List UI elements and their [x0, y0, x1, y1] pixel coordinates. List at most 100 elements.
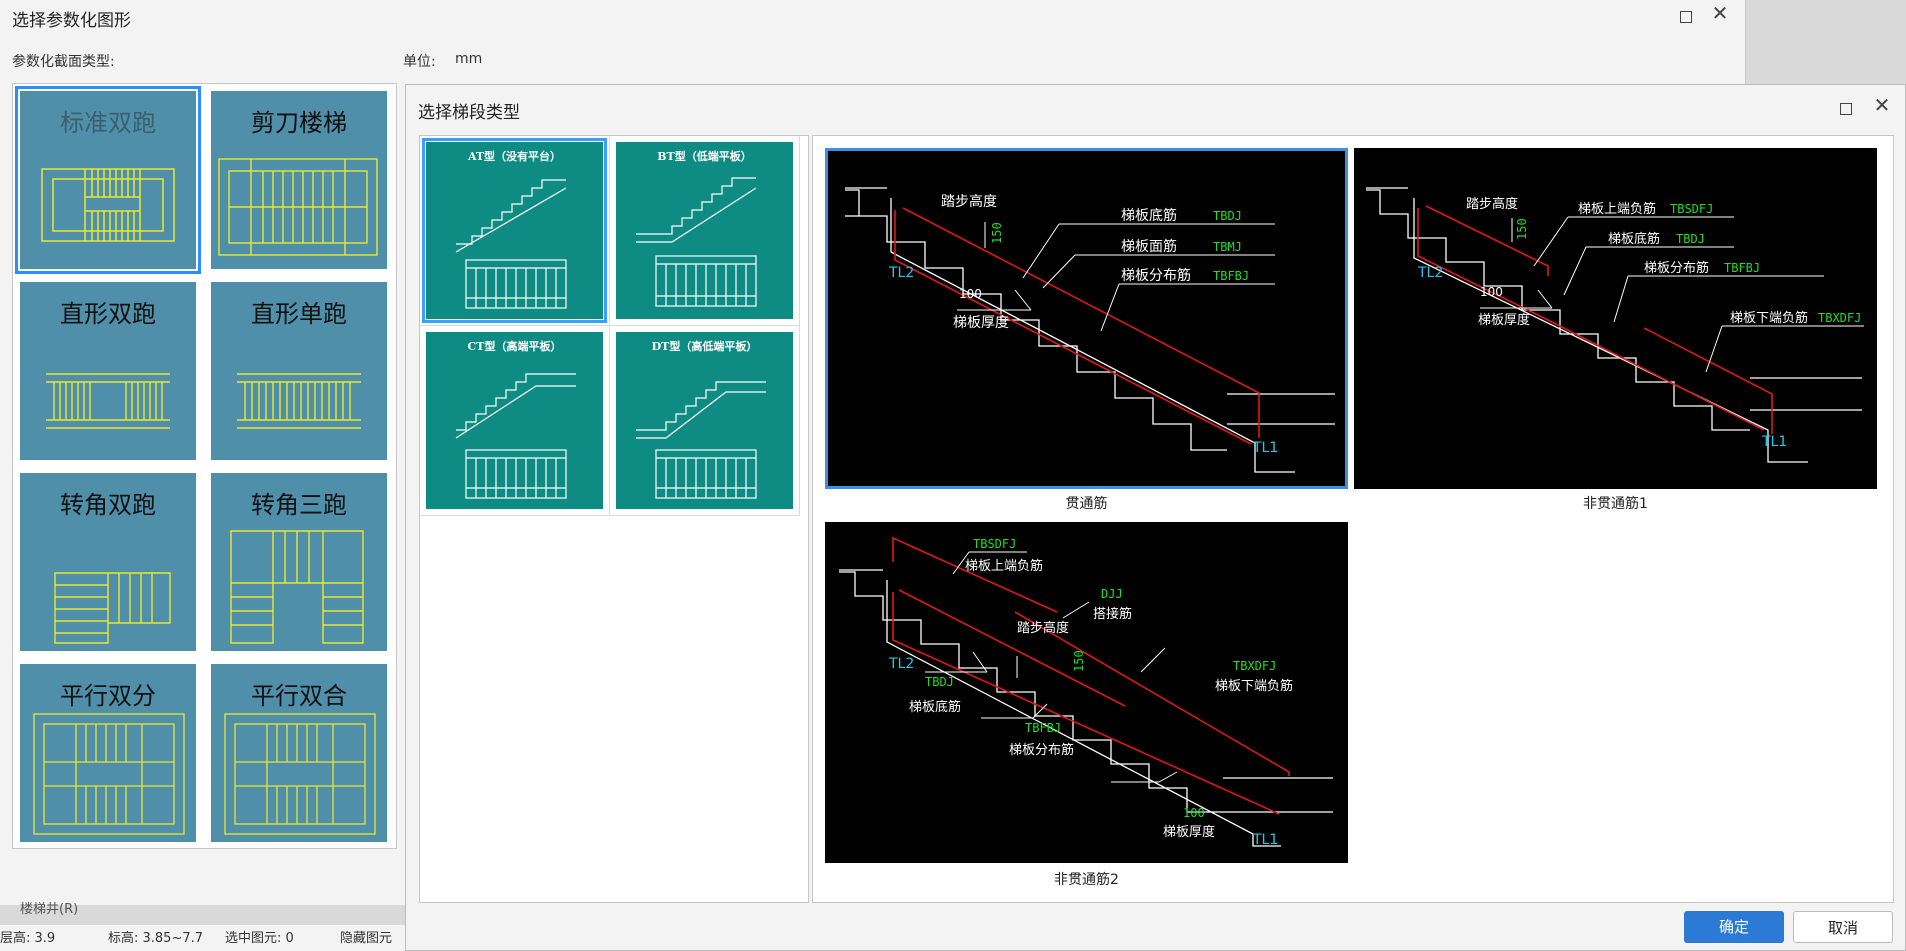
code-lap-bar: DJJ [1101, 587, 1123, 601]
preview-noncontinuous-rebar-2[interactable]: TBSDFJ 梯板上端负筋 DJJ 搭接筋 踏步高度 150 TBXDFJ 梯板… [825, 522, 1348, 894]
hidden-elements: 隐藏图元 [340, 931, 393, 946]
parallel-merge-stair-icon [224, 713, 376, 835]
scissor-stair-icon [218, 158, 378, 256]
stairwell-tab[interactable]: 楼梯井(R) [20, 898, 78, 917]
elevation-range: 标高: 3.85~7.7 [108, 931, 204, 946]
code-bottom-bar: TBDJ [1676, 232, 1705, 246]
code-top-bar: TBMJ [1213, 240, 1242, 254]
shape-tile-standard-double[interactable]: 标准双跑 [15, 86, 201, 274]
unit-label: 单位: [403, 54, 436, 70]
close-icon: ✕ [1873, 93, 1891, 117]
code-upper-neg: TBSDFJ [973, 537, 1016, 551]
label-lower-neg: 梯板下端负筋 [1215, 678, 1293, 694]
label-tl2: TL2 [1417, 265, 1443, 281]
label-tl1: TL1 [1252, 832, 1278, 848]
label-thickness: 梯板厚度 [1163, 824, 1215, 840]
label-tl1: TL1 [1761, 434, 1787, 450]
shape-tile-corner-double[interactable]: 转角双跑 [20, 473, 196, 651]
at-stair-icon [455, 179, 567, 309]
straight-double-stair-icon [46, 373, 170, 429]
unit-value: mm [455, 51, 483, 67]
segment-type-at[interactable]: AT型（没有平台） [420, 136, 610, 326]
noncontinuous-rebar-2-diagram: TBSDFJ 梯板上端负筋 DJJ 搭接筋 踏步高度 150 TBXDFJ 梯板… [839, 536, 1333, 848]
label-dim-150: 150 [1072, 650, 1086, 672]
code-bottom-bar: TBDJ [925, 675, 954, 689]
label-tread-height: 踏步高度 [1017, 620, 1069, 636]
label-tl2: TL2 [888, 265, 914, 281]
label-tread-height: 踏步高度 [1466, 196, 1518, 212]
dialog-title: 选择参数化图形 [12, 11, 131, 31]
corner-triple-stair-icon [230, 530, 364, 644]
label-upper-neg: 梯板上端负筋 [1578, 201, 1656, 217]
close-icon: ✕ [1711, 1, 1729, 25]
floor-height: 层高: 3.9 [0, 931, 56, 946]
segment-type-list: AT型（没有平台） BT型（低端平板） CT型（高端平板） DT型（高低端平板） [419, 135, 809, 903]
label-bottom-bar: 梯板底筋 [1121, 207, 1177, 224]
code-dist-bar: TBFBJ [1724, 261, 1760, 275]
dt-stair-icon [636, 381, 766, 499]
code-upper-neg: TBSDFJ [1670, 202, 1713, 216]
preview-image: TBSDFJ 梯板上端负筋 DJJ 搭接筋 踏步高度 150 TBXDFJ 梯板… [825, 522, 1348, 863]
cancel-button[interactable]: 取消 [1793, 911, 1893, 943]
maximize-button[interactable] [1832, 95, 1860, 123]
code-lower-neg: TBXDFJ [1818, 311, 1861, 325]
straight-single-stair-icon [237, 373, 361, 429]
label-top-bar: 梯板面筋 [1121, 238, 1177, 255]
dialog-title: 选择梯段类型 [418, 103, 520, 123]
label-dist-bar: 梯板分布筋 [1644, 260, 1709, 276]
section-type-label: 参数化截面类型: [12, 54, 115, 70]
shape-tile-corner-triple[interactable]: 转角三跑 [211, 473, 387, 651]
label-thick-value: 100 [1480, 285, 1503, 299]
rebar-preview-panel: 踏步高度 150 梯板底筋 TBDJ 梯板面筋 TBMJ 梯板分布筋 TBFBJ… [812, 135, 1894, 903]
segment-type-ct[interactable]: CT型（高端平板） [420, 326, 610, 516]
code-dist-bar: TBFBJ [1213, 269, 1249, 283]
segment-thumb: AT型（没有平台） [422, 138, 607, 323]
label-tl1: TL1 [1252, 440, 1278, 456]
shape-tile-straight-single[interactable]: 直形单跑 [211, 282, 387, 460]
ct-stair-icon [455, 373, 576, 499]
segment-type-bt[interactable]: BT型（低端平板） [610, 136, 800, 326]
shape-tile-straight-double[interactable]: 直形双跑 [20, 282, 196, 460]
label-dist-bar: 梯板分布筋 [1009, 742, 1074, 758]
label-bottom-bar: 梯板底筋 [909, 699, 961, 715]
label-thickness: 梯板厚度 [1478, 312, 1530, 328]
shape-grid: 标准双跑 剪刀楼梯 直形双跑 直形单跑 转角双跑 转角三跑 平行双分 平行双合 [12, 83, 397, 849]
segment-type-dt[interactable]: DT型（高低端平板） [610, 326, 800, 516]
parallel-split-stair-icon [33, 713, 185, 835]
segment-thumb: CT型（高端平板） [426, 332, 603, 509]
code-lower-neg: TBXDFJ [1233, 659, 1276, 673]
standard-double-stair-icon [41, 168, 175, 242]
preview-image: 踏步高度 150 梯板底筋 TBDJ 梯板面筋 TBMJ 梯板分布筋 TBFBJ… [825, 148, 1348, 489]
preview-caption: 非贯通筋1 [1583, 496, 1648, 512]
shape-tile-parallel-merge[interactable]: 平行双合 [211, 664, 387, 842]
label-bottom-bar: 梯板底筋 [1608, 231, 1660, 247]
label-dim-150: 150 [1515, 218, 1529, 240]
preview-caption: 贯通筋 [1065, 496, 1108, 512]
label-dim-150: 150 [990, 222, 1004, 244]
preview-caption: 非贯通筋2 [1054, 872, 1119, 888]
shape-tile-scissor[interactable]: 剪刀楼梯 [211, 91, 387, 269]
close-button[interactable]: ✕ [1868, 95, 1896, 123]
maximize-icon [1680, 11, 1692, 23]
preview-image: 踏步高度 150 梯板上端负筋 TBSDFJ 梯板底筋 TBDJ 梯板分布筋 T… [1354, 148, 1877, 489]
label-tl2: TL2 [888, 656, 914, 672]
close-button[interactable]: ✕ [1706, 3, 1734, 31]
preview-continuous-rebar[interactable]: 踏步高度 150 梯板底筋 TBDJ 梯板面筋 TBMJ 梯板分布筋 TBFBJ… [825, 148, 1348, 512]
bt-stair-icon [636, 177, 757, 307]
noncontinuous-rebar-1-diagram: 踏步高度 150 梯板上端负筋 TBSDFJ 梯板底筋 TBDJ 梯板分布筋 T… [1366, 187, 1864, 463]
label-upper-neg: 梯板上端负筋 [965, 558, 1043, 574]
selected-count: 选中图元: 0 [225, 931, 294, 946]
continuous-rebar-diagram: 踏步高度 150 梯板底筋 TBDJ 梯板面筋 TBMJ 梯板分布筋 TBFBJ… [845, 187, 1335, 473]
label-thickness: 梯板厚度 [953, 315, 1009, 331]
label-thick-value: 100 [959, 287, 982, 301]
label-thick-value: 100 [1183, 806, 1205, 820]
status-bar: 层高: 3.9 标高: 3.85~7.7 选中图元: 0 隐藏图元 [0, 925, 405, 951]
label-tread-height: 踏步高度 [941, 193, 997, 210]
segment-thumb: BT型（低端平板） [616, 142, 793, 319]
ok-button[interactable]: 确定 [1684, 911, 1784, 943]
maximize-button[interactable] [1672, 3, 1700, 31]
shape-tile-parallel-split[interactable]: 平行双分 [20, 664, 196, 842]
code-dist-bar: TBFBJ [1025, 721, 1061, 735]
label-dist-bar: 梯板分布筋 [1121, 267, 1191, 284]
preview-noncontinuous-rebar-1[interactable]: 踏步高度 150 梯板上端负筋 TBSDFJ 梯板底筋 TBDJ 梯板分布筋 T… [1354, 148, 1877, 512]
